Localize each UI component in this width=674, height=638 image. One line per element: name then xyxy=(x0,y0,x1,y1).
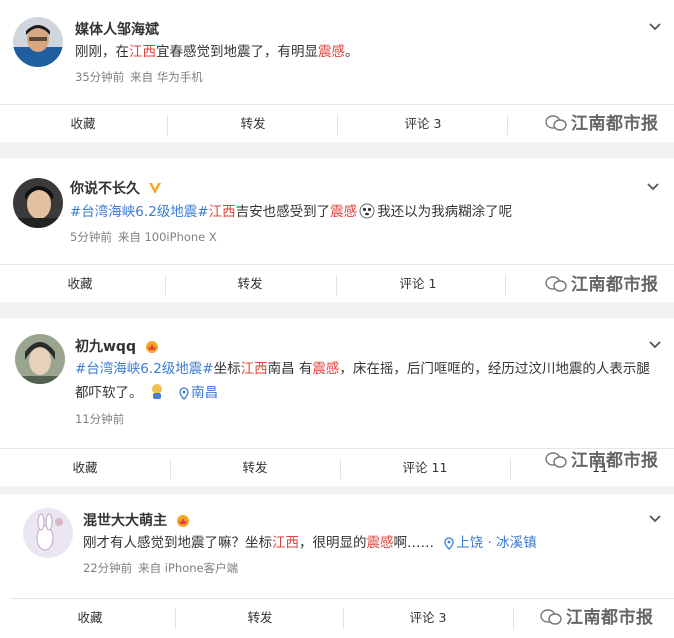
hashtag-link[interactable]: #台湾海峡6.2级地震# xyxy=(75,361,214,377)
divider xyxy=(513,609,514,629)
username[interactable]: 混世大大萌主 xyxy=(83,510,191,530)
post-separator xyxy=(0,142,674,158)
location-link[interactable]: 上饶 · 冰溪镇 xyxy=(442,535,537,551)
divider xyxy=(175,609,176,629)
post-meta: 22分钟前 来自 iPhone客户端 xyxy=(83,560,244,576)
weibo-post-2: 你说不长久 #台湾海峡6.2级地震#江西吉安也感受到了震感 我还以为我病糊涂了呢 … xyxy=(0,158,674,264)
avatar[interactable] xyxy=(23,508,73,558)
post-meta: 5分钟前 来自 100iPhone X xyxy=(70,229,223,245)
post-source: 来自 iPhone客户端 xyxy=(138,561,239,575)
post-meta: 11分钟前 xyxy=(75,411,130,427)
hashtag-link[interactable]: #台湾海峡6.2级地震# xyxy=(70,204,209,220)
username[interactable]: 你说不长久 xyxy=(70,178,162,198)
divider xyxy=(505,275,506,295)
comment-button[interactable]: 评论 3 xyxy=(348,105,498,143)
keyword-link[interactable]: 震感 xyxy=(330,204,357,220)
divider xyxy=(337,115,338,135)
divider xyxy=(510,459,511,479)
watermark: 江南都市报 xyxy=(540,603,654,628)
shaking-emoji-icon xyxy=(151,384,162,399)
post-source: 来自 100iPhone X xyxy=(117,230,217,244)
keyword-link[interactable]: 江西 xyxy=(129,44,156,60)
repost-button[interactable]: 转发 xyxy=(175,265,325,303)
keyword-link[interactable]: 江西 xyxy=(241,361,268,377)
favorite-button[interactable]: 收藏 xyxy=(5,265,155,303)
weibo-post-3: 初九wqq #台湾海峡6.2级地震#坐标江西南昌 有震感，床在摇，后门哐哐的，经… xyxy=(0,318,674,448)
divider xyxy=(165,275,166,295)
post-time: 22分钟前 xyxy=(83,561,133,575)
location-pin-icon xyxy=(179,387,189,400)
watermark: 江南都市报 xyxy=(545,109,659,134)
repost-button[interactable]: 转发 xyxy=(185,599,335,637)
repost-button[interactable]: 转发 xyxy=(180,449,330,487)
divider xyxy=(336,275,337,295)
keyword-link[interactable]: 震感 xyxy=(367,535,394,551)
keyword-link[interactable]: 震感 xyxy=(312,361,339,377)
post-separator xyxy=(0,302,674,318)
post-text-line-2: 都吓软了。 南昌 xyxy=(75,382,218,405)
wechat-icon xyxy=(545,276,567,292)
weibo-post-4: 混世大大萌主 刚才有人感觉到地震了嘛？坐标江西，很明显的震感啊…… 上饶 · 冰… xyxy=(10,494,674,598)
location-link[interactable]: 南昌 xyxy=(177,385,218,401)
keyword-link[interactable]: 江西 xyxy=(272,535,299,551)
post-text: 刚才有人感觉到地震了嘛？坐标江西，很明显的震感啊…… 上饶 · 冰溪镇 xyxy=(83,535,537,551)
post-time: 5分钟前 xyxy=(70,230,112,244)
username[interactable]: 媒体人邹海斌 xyxy=(75,19,159,39)
repost-button[interactable]: 转发 xyxy=(178,105,328,143)
watermark: 江南都市报 xyxy=(545,270,659,295)
post-time: 11分钟前 xyxy=(75,412,125,426)
wechat-icon xyxy=(540,609,562,625)
verified-v-icon xyxy=(148,183,161,194)
divider xyxy=(340,459,341,479)
location-pin-icon xyxy=(444,537,454,550)
chevron-down-icon[interactable] xyxy=(648,338,662,352)
divider xyxy=(507,115,508,135)
divider xyxy=(170,459,171,479)
keyword-link[interactable]: 震感 xyxy=(318,44,345,60)
comment-button[interactable]: 评论 3 xyxy=(353,599,503,637)
favorite-button[interactable]: 收藏 xyxy=(15,599,165,637)
post-text: #台湾海峡6.2级地震#坐标江西南昌 有震感，床在摇，后门哐哐的，经历过汶川地震… xyxy=(75,361,650,377)
watermark: 江南都市报 xyxy=(545,446,659,471)
comment-button[interactable]: 评论 11 xyxy=(350,449,500,487)
avatar[interactable] xyxy=(15,334,65,384)
post-meta: 35分钟前 来自 华为手机 xyxy=(75,69,209,85)
vip-crown-icon xyxy=(176,515,189,527)
comment-button[interactable]: 评论 1 xyxy=(343,265,493,303)
chevron-down-icon[interactable] xyxy=(648,20,662,34)
username[interactable]: 初九wqq xyxy=(75,336,160,356)
post-time: 35分钟前 xyxy=(75,70,125,84)
favorite-button[interactable]: 收藏 xyxy=(8,105,158,143)
post-text: 刚刚，在江西宜春感觉到地震了，有明显震感。 xyxy=(75,44,359,60)
favorite-button[interactable]: 收藏 xyxy=(10,449,160,487)
keyword-link[interactable]: 江西 xyxy=(209,204,236,220)
post-separator xyxy=(0,486,674,494)
dizzy-face-emoji-icon xyxy=(359,203,375,219)
wechat-icon xyxy=(545,115,567,131)
vip-crown-icon xyxy=(145,341,158,353)
post-text: #台湾海峡6.2级地震#江西吉安也感受到了震感 我还以为我病糊涂了呢 xyxy=(70,203,513,220)
post-source: 来自 华为手机 xyxy=(130,70,203,84)
avatar[interactable] xyxy=(13,17,63,67)
divider xyxy=(167,115,168,135)
avatar[interactable] xyxy=(13,178,63,228)
divider xyxy=(343,609,344,629)
chevron-down-icon[interactable] xyxy=(646,180,660,194)
chevron-down-icon[interactable] xyxy=(648,512,662,526)
wechat-icon xyxy=(545,452,567,468)
